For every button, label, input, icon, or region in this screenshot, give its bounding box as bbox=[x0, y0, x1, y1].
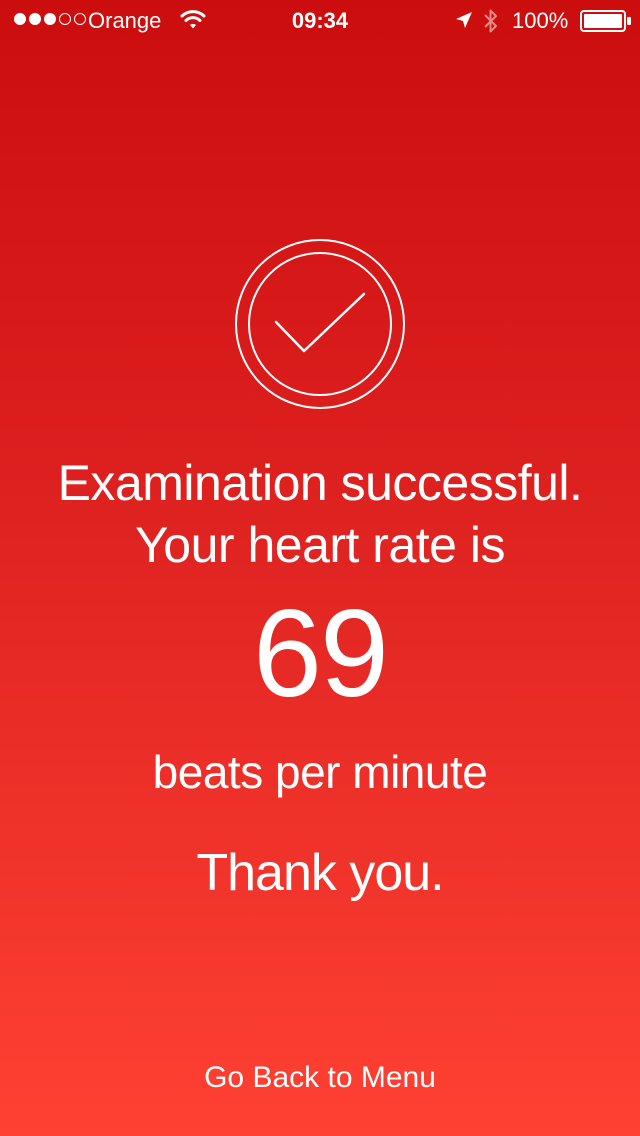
heart-rate-unit: beats per minute bbox=[152, 746, 488, 798]
battery-percentage: 100% bbox=[512, 8, 569, 33]
status-bar: Orange 09:34 100% bbox=[0, 0, 640, 40]
result-heading: Examination successful. bbox=[57, 455, 583, 511]
bluetooth-icon bbox=[482, 8, 500, 40]
checkmark-circle-icon bbox=[234, 238, 406, 415]
location-arrow-icon bbox=[454, 10, 474, 36]
result-subheading: Your heart rate is bbox=[135, 517, 505, 573]
battery-icon bbox=[580, 10, 632, 38]
heart-rate-value: 69 bbox=[253, 585, 389, 723]
thank-you-message: Thank you. bbox=[196, 844, 444, 902]
go-back-to-menu-button[interactable]: Go Back to Menu bbox=[170, 1050, 470, 1106]
